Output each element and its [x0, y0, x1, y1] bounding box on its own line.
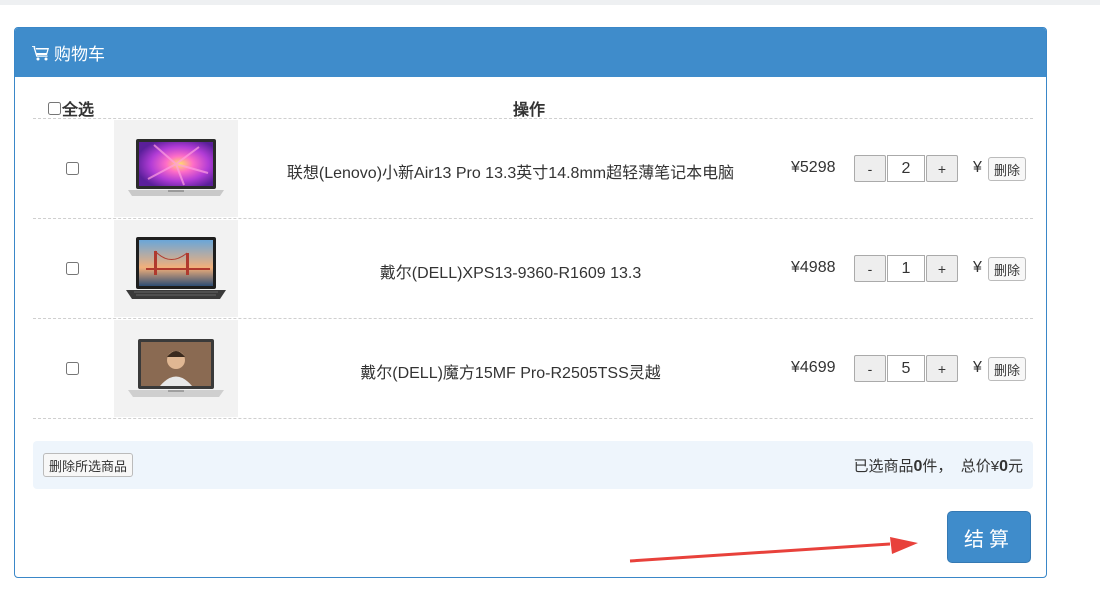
- delete-selected-button[interactable]: 删除所选商品: [43, 453, 134, 477]
- cart-panel: 购物车 全选 操作 联想(Lenovo)小新Air13 Pro 13.3英寸14…: [14, 27, 1047, 578]
- selected-prefix: 已选商品: [853, 458, 914, 475]
- table-row: 联想(Lenovo)小新Air13 Pro 13.3英寸14.8mm超轻薄笔记本…: [33, 119, 1033, 219]
- increase-button[interactable]: +: [926, 155, 958, 182]
- delete-button[interactable]: 删除: [988, 157, 1027, 181]
- product-name: 联想(Lenovo)小新Air13 Pro 13.3英寸14.8mm超轻薄笔记本…: [286, 165, 735, 182]
- product-image: [114, 320, 238, 417]
- table-header: 全选 操作: [33, 87, 1033, 119]
- row-subtotal: ¥: [973, 259, 982, 276]
- quantity-stepper: - +: [854, 155, 958, 182]
- selected-suffix: 件，: [922, 458, 953, 475]
- cart-summary: 已选商品0件， 总价¥0元: [853, 455, 1023, 476]
- product-price: ¥5298: [791, 159, 836, 176]
- row-checkbox[interactable]: [66, 162, 79, 175]
- top-strip: [0, 0, 1100, 5]
- panel-header: 购物车: [15, 28, 1046, 77]
- product-price: ¥4699: [791, 359, 836, 376]
- quantity-input[interactable]: [887, 355, 925, 382]
- product-price: ¥4988: [791, 259, 836, 276]
- delete-button[interactable]: 删除: [988, 257, 1027, 281]
- select-all[interactable]: 全选: [48, 96, 94, 120]
- total-prefix: 总价¥: [960, 458, 1000, 475]
- checkout-button[interactable]: 结算: [947, 511, 1031, 563]
- delete-button[interactable]: 删除: [988, 357, 1027, 381]
- select-all-checkbox[interactable]: [48, 101, 61, 115]
- table-row: 戴尔(DELL)魔方15MF Pro-R2505TSS灵越 ¥4699 - + …: [33, 319, 1033, 419]
- total-suffix: 元: [1007, 458, 1023, 475]
- product-image: [114, 120, 238, 217]
- operation-header: 操作: [513, 102, 546, 119]
- shopping-cart-icon: [32, 45, 49, 60]
- quantity-input[interactable]: [887, 155, 925, 182]
- decrease-button[interactable]: -: [854, 355, 886, 382]
- product-image: [114, 220, 238, 317]
- decrease-button[interactable]: -: [854, 255, 886, 282]
- decrease-button[interactable]: -: [854, 155, 886, 182]
- cart-footer: 删除所选商品 已选商品0件， 总价¥0元: [33, 441, 1033, 489]
- product-name: 戴尔(DELL)魔方15MF Pro-R2505TSS灵越: [360, 365, 661, 382]
- row-subtotal: ¥: [973, 159, 982, 176]
- row-checkbox[interactable]: [66, 362, 79, 375]
- total-value: 0: [999, 458, 1008, 475]
- quantity-input[interactable]: [887, 255, 925, 282]
- product-name: 戴尔(DELL)XPS13-9360-R1609 13.3: [379, 265, 642, 282]
- table-row: 戴尔(DELL)XPS13-9360-R1609 13.3 ¥4988 - + …: [33, 219, 1033, 319]
- row-checkbox[interactable]: [66, 262, 79, 275]
- cart-title: 购物车: [54, 45, 105, 64]
- select-all-label: 全选: [62, 102, 95, 119]
- quantity-stepper: - +: [854, 255, 958, 282]
- increase-button[interactable]: +: [926, 255, 958, 282]
- row-subtotal: ¥: [973, 359, 982, 376]
- annotation-arrow-icon: [629, 537, 918, 563]
- increase-button[interactable]: +: [926, 355, 958, 382]
- quantity-stepper: - +: [854, 355, 958, 382]
